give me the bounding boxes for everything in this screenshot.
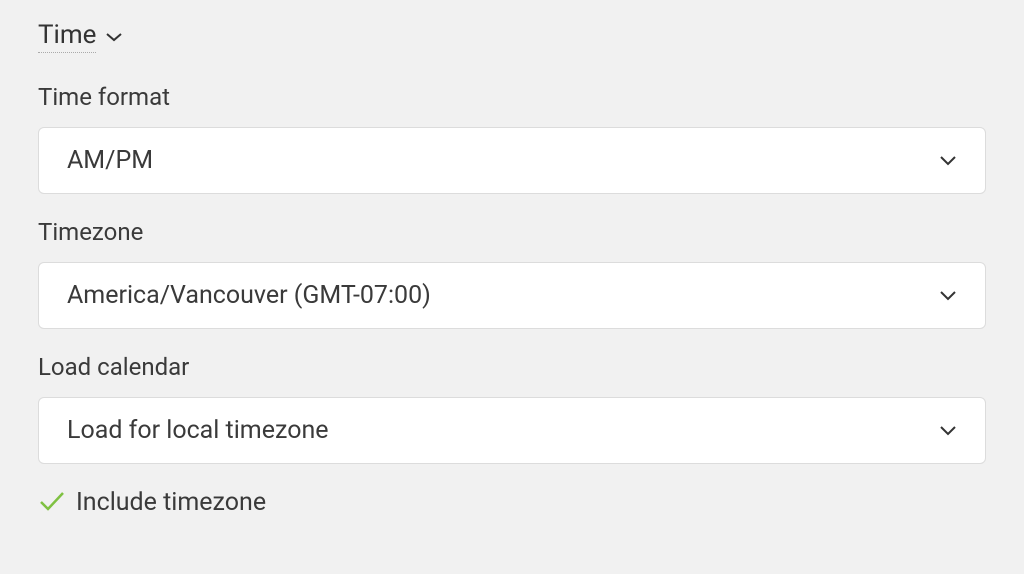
timezone-label: Timezone	[38, 218, 986, 246]
chevron-down-icon	[939, 286, 957, 305]
section-title: Time	[38, 20, 96, 53]
chevron-down-icon	[939, 151, 957, 170]
timezone-field: Timezone America/Vancouver (GMT-07:00)	[38, 218, 986, 329]
load-calendar-label: Load calendar	[38, 353, 986, 381]
timezone-select[interactable]: America/Vancouver (GMT-07:00)	[38, 262, 986, 329]
time-format-label: Time format	[38, 83, 986, 111]
time-format-select[interactable]: AM/PM	[38, 127, 986, 194]
checkmark-icon	[38, 490, 66, 516]
timezone-value: America/Vancouver (GMT-07:00)	[67, 281, 431, 310]
time-format-value: AM/PM	[67, 146, 153, 175]
chevron-down-icon	[106, 32, 122, 42]
load-calendar-field: Load calendar Load for local timezone	[38, 353, 986, 464]
load-calendar-select[interactable]: Load for local timezone	[38, 397, 986, 464]
chevron-down-icon	[939, 421, 957, 440]
section-header[interactable]: Time	[38, 20, 986, 53]
load-calendar-value: Load for local timezone	[67, 416, 329, 445]
include-timezone-label: Include timezone	[76, 488, 266, 517]
include-timezone-checkbox[interactable]: Include timezone	[38, 488, 986, 517]
time-format-field: Time format AM/PM	[38, 83, 986, 194]
